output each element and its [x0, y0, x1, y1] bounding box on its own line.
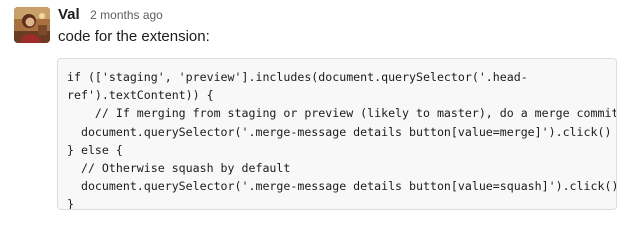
- message-timestamp[interactable]: 2 months ago: [90, 8, 163, 22]
- chat-message: Val 2 months ago code for the extension:…: [0, 0, 640, 222]
- code-line: }: [67, 197, 74, 210]
- code-line: if (['staging', 'preview'].includes(docu…: [67, 70, 528, 84]
- avatar[interactable]: [14, 7, 50, 43]
- code-line: document.querySelector('.merge-message d…: [67, 124, 612, 139]
- code-line: document.querySelector('.merge-message d…: [67, 179, 617, 194]
- code-line: // Otherwise squash by default: [67, 160, 291, 175]
- code-line: } else {: [67, 142, 123, 157]
- user-avatar-icon: [14, 7, 50, 43]
- sender-name[interactable]: Val: [58, 6, 80, 23]
- message-header: Val 2 months ago: [58, 6, 163, 26]
- code-line: ref').textContent)) {: [67, 88, 214, 103]
- message-text: code for the extension:: [58, 28, 210, 45]
- code-block: if (['staging', 'preview'].includes(docu…: [57, 58, 617, 210]
- code-line: // If merging from staging or preview (l…: [67, 106, 617, 121]
